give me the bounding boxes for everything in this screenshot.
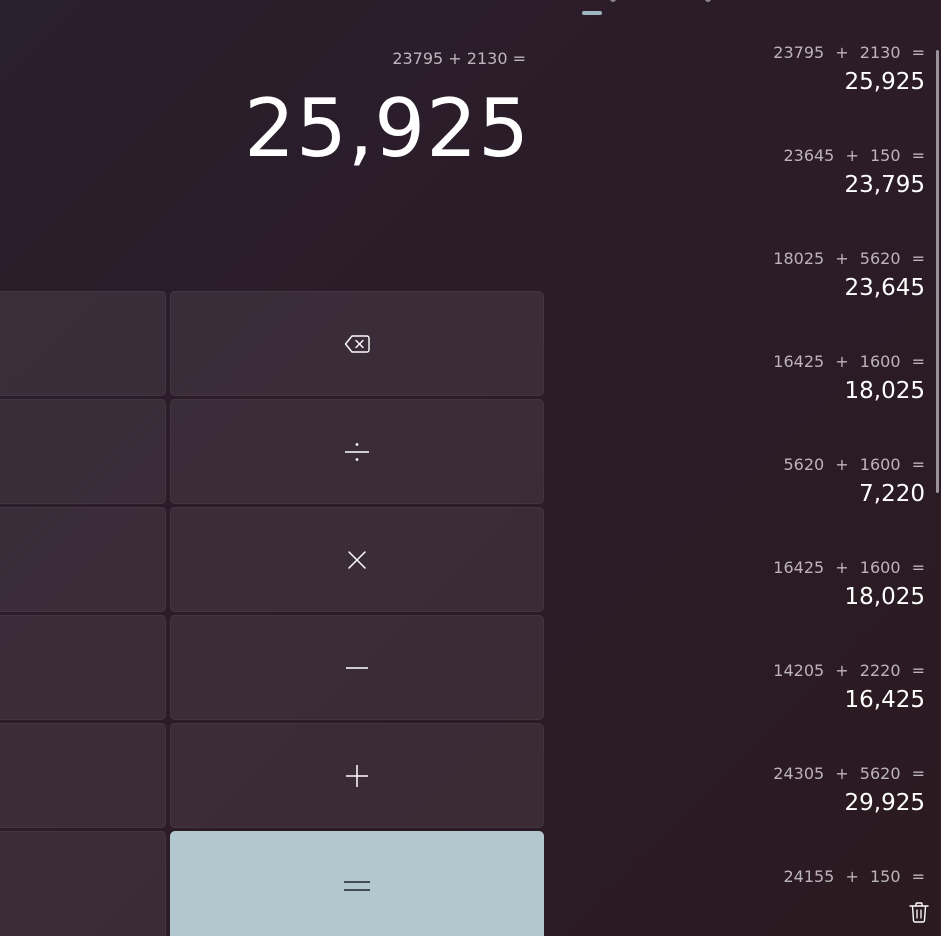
keypad-button[interactable] xyxy=(0,399,166,504)
tab-label-fragment xyxy=(705,0,711,2)
history-expression: 14205 + 2220 = xyxy=(773,661,925,680)
tab-label-fragment xyxy=(610,0,616,2)
result-display: 25,925 xyxy=(244,82,530,175)
history-expression: 16425 + 1600 = xyxy=(773,558,925,577)
equals-button[interactable] xyxy=(170,831,544,936)
history-result: 29,925 xyxy=(844,790,925,816)
add-button[interactable] xyxy=(170,723,544,828)
history-expression: 16425 + 1600 = xyxy=(773,352,925,371)
backspace-icon xyxy=(344,334,370,354)
history-item[interactable]: 23795 + 2130 = 25,925 xyxy=(625,43,925,95)
history-result: 7,220 xyxy=(859,481,925,507)
history-item[interactable]: 23645 + 150 = 23,795 xyxy=(625,146,925,198)
history-item[interactable]: 16425 + 1600 = 18,025 xyxy=(625,352,925,404)
history-item[interactable]: 5620 + 1600 = 7,220 xyxy=(625,455,925,507)
divide-button[interactable] xyxy=(170,399,544,504)
equals-icon xyxy=(344,880,370,892)
history-result: 25,925 xyxy=(844,69,925,95)
history-expression: 24155 + 150 = xyxy=(783,867,925,886)
history-expression: 5620 + 1600 = xyxy=(783,455,925,474)
multiply-button[interactable] xyxy=(170,507,544,612)
history-item[interactable]: 24155 + 150 = xyxy=(625,867,925,886)
history-item[interactable]: 18025 + 5620 = 23,645 xyxy=(625,249,925,301)
subtract-button[interactable] xyxy=(170,615,544,720)
history-result: 23,795 xyxy=(844,172,925,198)
keypad-button[interactable] xyxy=(0,291,166,396)
history-result: 18,025 xyxy=(844,584,925,610)
history-scrollbar[interactable] xyxy=(936,50,939,493)
keypad-button[interactable] xyxy=(0,615,166,720)
divide-icon xyxy=(344,441,370,463)
history-item[interactable]: 14205 + 2220 = 16,425 xyxy=(625,661,925,713)
keypad-button[interactable] xyxy=(0,507,166,612)
backspace-button[interactable] xyxy=(170,291,544,396)
keypad-button[interactable] xyxy=(0,723,166,828)
history-expression: 23795 + 2130 = xyxy=(773,43,925,62)
history-item[interactable]: 16425 + 1600 = 18,025 xyxy=(625,558,925,610)
history-expression: 23645 + 150 = xyxy=(783,146,925,165)
plus-icon xyxy=(346,764,368,787)
clear-history-button[interactable] xyxy=(908,901,930,927)
history-result: 16,425 xyxy=(844,687,925,713)
history-result: 18,025 xyxy=(844,378,925,404)
minus-icon xyxy=(346,666,368,670)
history-result: 23,645 xyxy=(844,275,925,301)
multiply-icon xyxy=(347,550,367,570)
keypad-button[interactable] xyxy=(0,831,166,936)
expression-display: 23795 + 2130 = xyxy=(392,49,526,68)
trash-icon xyxy=(909,901,929,927)
history-item[interactable]: 24305 + 5620 = 29,925 xyxy=(625,764,925,816)
history-expression: 24305 + 5620 = xyxy=(773,764,925,783)
history-expression: 18025 + 5620 = xyxy=(773,249,925,268)
history-tab-indicator xyxy=(582,11,602,15)
